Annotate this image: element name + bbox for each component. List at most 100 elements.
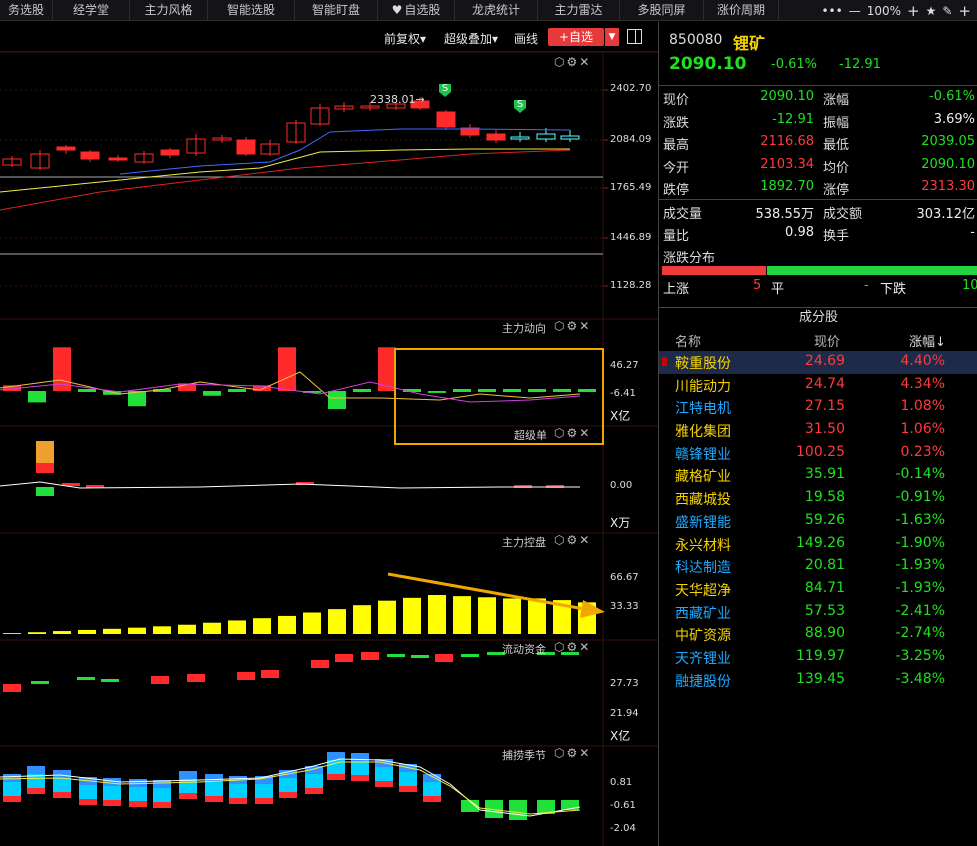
kongpan-bar <box>3 633 21 634</box>
col-name[interactable]: 名称 <box>675 331 701 350</box>
bulao-bar-red <box>229 798 247 804</box>
constituent-change: -3.25% <box>895 647 945 664</box>
zhuli-panel-icons[interactable]: ⬡⚙✕ <box>554 319 591 333</box>
bulao-bar-cyan <box>423 782 441 796</box>
constituent-row[interactable]: 赣锋锂业 100.25 0.23% <box>659 442 977 465</box>
zhuli-bar <box>528 389 546 392</box>
liudong-bar <box>361 652 379 660</box>
liudong-bar <box>311 660 329 668</box>
pen-icon[interactable]: ✎ <box>942 4 952 18</box>
constituent-change: 4.40% <box>900 353 945 369</box>
zoom-in-icon[interactable]: + <box>907 2 920 20</box>
constituent-row[interactable]: 中矿资源 88.90 -2.74% <box>659 623 977 646</box>
constituent-row[interactable]: 盛新锂能 59.26 -1.63% <box>659 510 977 533</box>
kongpan-panel-icons[interactable]: ⬡⚙✕ <box>554 533 591 547</box>
col-pct[interactable]: 涨幅↓ <box>909 331 946 350</box>
constituent-change: -0.91% <box>895 489 945 506</box>
more-icon[interactable]: ••• <box>821 4 842 18</box>
constituent-name: 天齐锂业 <box>675 650 731 667</box>
nav-item-1[interactable]: 务选股 <box>0 0 53 21</box>
zoom-out-icon[interactable]: — <box>849 4 861 18</box>
liudong-bar <box>31 681 49 684</box>
constituent-row[interactable]: 西藏城投 19.58 -0.91% <box>659 487 977 510</box>
quote-cell: 538.55万 <box>755 206 815 222</box>
constituent-row[interactable]: 鞍重股份 24.69 4.40% <box>659 351 977 374</box>
constituent-price: 31.50 <box>804 421 845 438</box>
add-watchlist-dropdown[interactable]: ▼ <box>605 28 619 46</box>
col-price[interactable]: 现价 <box>814 331 840 350</box>
constituent-change: -2.74% <box>895 625 945 642</box>
constituent-row[interactable]: 永兴材料 149.26 -1.90% <box>659 533 977 556</box>
constituent-row[interactable]: 雅化集团 31.50 1.06% <box>659 419 977 442</box>
nav-item-6[interactable]: ♥ 自选股 <box>378 0 455 21</box>
constituent-name: 科达制造 <box>675 560 731 577</box>
liudong-unit: X亿 <box>610 729 631 743</box>
liudong-bar <box>187 674 205 682</box>
nav-item-3[interactable]: 主力风格 <box>130 0 208 21</box>
nav-item-9[interactable]: 多股同屏 <box>620 0 704 21</box>
overlay-menu[interactable]: 超级叠加▾ <box>444 30 498 47</box>
bulao-bar-red <box>129 801 147 807</box>
draw-line-button[interactable]: 画线 <box>514 30 538 47</box>
constituent-name: 中矿资源 <box>675 628 731 645</box>
kongpan-bar <box>103 628 121 634</box>
dist-flat-count: - <box>864 278 869 293</box>
quote-panel: 850080 锂矿 2090.10 -0.61% -12.91 现价 2090.1… <box>658 22 977 846</box>
nav-item-7[interactable]: 龙虎统计 <box>455 0 538 21</box>
bulao-bar-red <box>279 792 297 798</box>
quote-cell: 涨停 <box>823 183 850 198</box>
kongpan-bar <box>28 632 46 634</box>
zhuli-bar <box>228 389 246 392</box>
star-icon[interactable]: ★ <box>926 4 937 18</box>
quote-cell: 303.12亿 <box>916 206 976 222</box>
kongpan-bar <box>153 626 171 634</box>
bulao-bar-red <box>399 786 417 792</box>
liudong-panel-icons[interactable]: ⬡⚙✕ <box>554 640 591 654</box>
nav-item-2[interactable]: 经学堂 <box>53 0 130 21</box>
bulao-bar-green <box>509 800 527 820</box>
constituent-row[interactable]: 江特电机 27.15 1.08% <box>659 396 977 419</box>
chaoji-panel-icons[interactable]: ⬡⚙✕ <box>554 426 591 440</box>
constituent-row[interactable]: 融捷股份 139.45 -3.48% <box>659 669 977 692</box>
constituent-row[interactable]: 天华超净 84.71 -1.93% <box>659 578 977 601</box>
nav-item-4[interactable]: 智能选股 <box>208 0 295 21</box>
quote-cell: -0.61% <box>929 89 975 104</box>
kline-panel-icons[interactable]: ⬡⚙✕ <box>554 55 591 69</box>
constituent-change: 1.08% <box>900 398 945 415</box>
nav-item-10[interactable]: 涨价周期 <box>704 0 779 21</box>
constituent-row[interactable]: 川能动力 24.74 4.34% <box>659 374 977 397</box>
bulao-bar-blue <box>179 771 197 779</box>
quote-cell: 2116.68 <box>760 134 814 149</box>
nav-items: 务选股 经学堂 主力风格 智能选股 智能盯盘 ♥ 自选股 龙虎统计 主力雷达 多股同屏 涨价周期 <box>0 0 779 21</box>
nav-item-5[interactable]: 智能盯盘 <box>295 0 378 21</box>
constituent-row[interactable]: 西藏矿业 57.53 -2.41% <box>659 601 977 624</box>
bulao-bar-blue <box>3 774 21 782</box>
quote-row: 最高 2116.68 最低 2039.05 <box>659 131 977 154</box>
kongpan-bar <box>303 612 321 634</box>
zhuli-bar <box>278 347 296 391</box>
zhuli-bar <box>553 389 571 392</box>
kline-axis-label-3: 1765.49 <box>610 182 652 193</box>
constituent-name: 赣锋锂业 <box>675 446 731 463</box>
kline-axis-label-4: 1446.89 <box>610 232 652 243</box>
constituent-price: 57.53 <box>804 602 845 619</box>
constituent-change: -3.48% <box>895 670 945 687</box>
restore-right-menu[interactable]: 前复权▾ <box>384 30 426 47</box>
add-icon[interactable]: + <box>958 2 971 20</box>
kongpan-panel-title: 主力控盘 <box>502 536 546 549</box>
zhuli-bar <box>428 391 446 393</box>
layout-toggle-icon[interactable] <box>627 29 642 44</box>
quote-cell: 量比 <box>663 229 690 244</box>
bulao-panel-icons[interactable]: ⬡⚙✕ <box>554 746 591 760</box>
add-watchlist-button[interactable]: +自选 <box>548 28 604 46</box>
constituent-row[interactable]: 藏格矿业 35.91 -0.14% <box>659 464 977 487</box>
constituent-price: 84.71 <box>804 579 845 596</box>
index-name: 锂矿 <box>733 34 766 53</box>
bulao-axis-label-1: 0.81 <box>610 777 633 788</box>
quote-row: 涨跌 -12.91 振幅 3.69% <box>659 109 977 132</box>
constituent-price: 19.58 <box>804 489 845 506</box>
bulao-bar-red <box>79 799 97 805</box>
constituent-row[interactable]: 科达制造 20.81 -1.93% <box>659 555 977 578</box>
nav-item-8[interactable]: 主力雷达 <box>538 0 620 21</box>
constituent-row[interactable]: 天齐锂业 119.97 -3.25% <box>659 646 977 669</box>
